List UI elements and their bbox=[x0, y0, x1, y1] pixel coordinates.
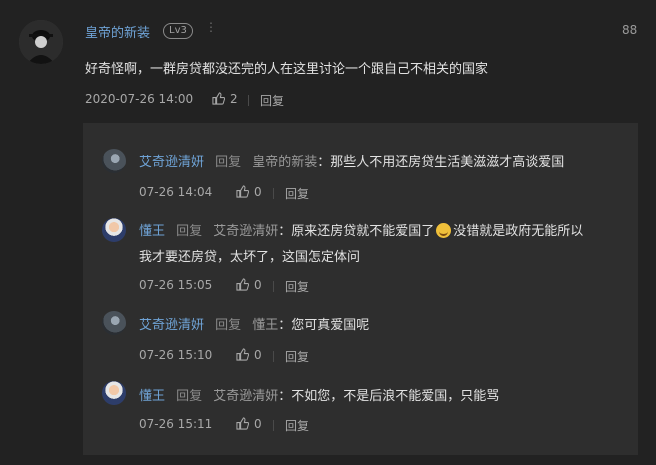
avatar[interactable] bbox=[19, 20, 63, 64]
reply-time: 07-26 14:04 bbox=[139, 185, 213, 199]
avatar[interactable] bbox=[102, 311, 126, 335]
thumbs-up-icon bbox=[236, 185, 249, 198]
reply-text: 我才要还房贷，太坏了，这国怎定体问 bbox=[139, 250, 361, 265]
reply-word: 回复 bbox=[215, 318, 242, 333]
thumbs-up-icon bbox=[212, 92, 225, 105]
divider bbox=[273, 420, 274, 431]
comment-time: 2020-07-26 14:00 bbox=[85, 92, 194, 106]
like-button[interactable]: 0 bbox=[236, 348, 262, 362]
like-count: 0 bbox=[254, 278, 262, 292]
reply-target[interactable]: 艾奇逊清妍 bbox=[213, 389, 278, 404]
divider bbox=[248, 95, 249, 106]
divider bbox=[273, 351, 274, 362]
reply-word: 回复 bbox=[176, 224, 203, 239]
level-badge: Lv3 bbox=[163, 23, 193, 39]
reply-button[interactable]: 回复 bbox=[285, 348, 309, 365]
username[interactable]: 艾奇逊清妍 bbox=[139, 155, 204, 170]
like-count: 0 bbox=[254, 185, 262, 199]
reply-target[interactable]: 艾奇逊清妍 bbox=[213, 224, 278, 239]
thumbs-up-icon bbox=[236, 348, 249, 361]
reply-word: 回复 bbox=[176, 389, 203, 404]
floor-number: 88 bbox=[622, 23, 638, 37]
grin-emoji-icon bbox=[436, 223, 452, 238]
thumbs-up-icon bbox=[236, 278, 249, 291]
reply-button[interactable]: 回复 bbox=[260, 92, 284, 109]
like-count: 2 bbox=[230, 92, 238, 106]
reply-time: 07-26 15:11 bbox=[139, 417, 213, 431]
reply-button[interactable]: 回复 bbox=[285, 278, 309, 295]
like-button[interactable]: 2 bbox=[212, 92, 238, 106]
username[interactable]: 懂王 bbox=[139, 389, 165, 404]
username[interactable]: 皇帝的新装 bbox=[85, 22, 150, 41]
reply-text: ：原来还房贷就不能爱国了 bbox=[278, 224, 435, 239]
reply-button[interactable]: 回复 bbox=[285, 417, 309, 434]
like-count: 0 bbox=[254, 417, 262, 431]
more-icon[interactable]: ⋮ bbox=[205, 20, 217, 34]
reply-text: ：您可真爱国呢 bbox=[278, 318, 370, 333]
reply-target[interactable]: 懂王 bbox=[252, 318, 278, 333]
reply-button[interactable]: 回复 bbox=[285, 185, 309, 202]
username[interactable]: 懂王 bbox=[139, 224, 165, 239]
reply-text: ：不如您，不是后浪不能爱国，只能骂 bbox=[278, 389, 500, 404]
divider bbox=[273, 281, 274, 292]
avatar[interactable] bbox=[102, 149, 126, 173]
comment-text: 好奇怪啊，一群房贷都没还完的人在这里讨论一个跟自己不相关的国家 bbox=[85, 62, 489, 77]
avatar[interactable] bbox=[102, 218, 126, 242]
reply-word: 回复 bbox=[215, 155, 242, 170]
reply-text: 没错就是政府无能所以 bbox=[453, 224, 584, 239]
like-button[interactable]: 0 bbox=[236, 417, 262, 431]
reply-time: 07-26 15:10 bbox=[139, 348, 213, 362]
like-button[interactable]: 0 bbox=[236, 278, 262, 292]
like-count: 0 bbox=[254, 348, 262, 362]
reply-text: ：那些人不用还房贷生活美滋滋才高谈爱国 bbox=[317, 155, 565, 170]
divider bbox=[273, 188, 274, 199]
reply-time: 07-26 15:05 bbox=[139, 278, 213, 292]
reply-target[interactable]: 皇帝的新装 bbox=[252, 155, 317, 170]
thumbs-up-icon bbox=[236, 417, 249, 430]
like-button[interactable]: 0 bbox=[236, 185, 262, 199]
avatar[interactable] bbox=[102, 381, 126, 405]
username[interactable]: 艾奇逊清妍 bbox=[139, 318, 204, 333]
